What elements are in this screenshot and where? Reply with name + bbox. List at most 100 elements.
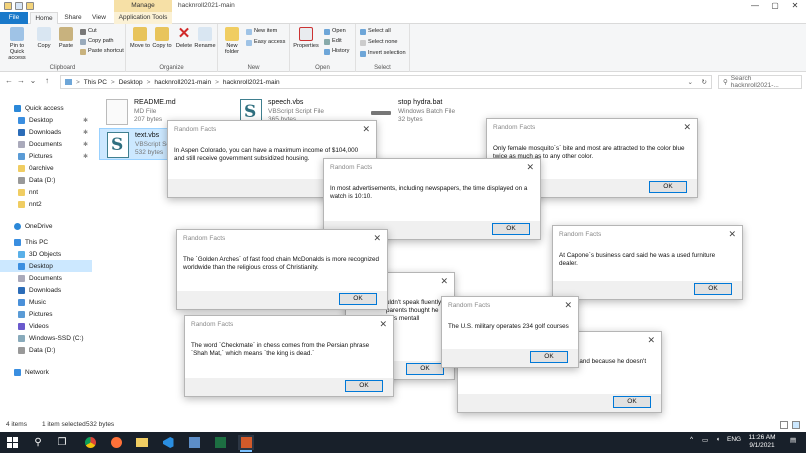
dialog-close-button[interactable]: ✕ [379,319,387,330]
minimize-button[interactable]: — [744,0,766,12]
nav-nnt[interactable]: nnt [0,186,92,198]
paste-button[interactable]: Paste [56,27,76,49]
paste-shortcut-button[interactable]: Paste shortcut [80,48,124,55]
nav-documents-pc[interactable]: Documents [0,272,92,284]
ok-button[interactable]: OK [694,283,732,295]
nav-pictures[interactable]: Pictures ✱ [0,150,92,162]
tab-home[interactable]: Home [30,12,58,24]
tiles-view-icon[interactable] [792,421,800,429]
address-dropdown-icon[interactable]: ⌄ [688,78,693,86]
forward-button[interactable]: → [16,76,26,85]
chrome-icon[interactable] [82,435,98,450]
nav-data-d[interactable]: Data (D:) [0,174,92,186]
delete-button[interactable]: ✕ Delete [174,26,194,49]
nav-quick-access[interactable]: Quick access [0,102,92,114]
up-button[interactable]: ↑ [42,76,52,85]
ok-button[interactable]: OK [406,363,444,375]
ok-button[interactable]: OK [649,181,687,193]
dialog-close-button[interactable]: ✕ [373,233,381,244]
back-button[interactable]: ← [4,76,14,85]
clock[interactable]: 11:26 AM 9/1/2021 [742,434,782,450]
ok-button[interactable]: OK [613,396,651,408]
nav-windows-ssd[interactable]: Windows-SSD (C:) [0,332,92,344]
excel-icon[interactable] [212,435,228,450]
breadcrumb-desktop[interactable]: Desktop [119,79,143,86]
tray-overflow-icon[interactable]: ^ [690,436,693,443]
properties-button[interactable]: Properties [292,27,320,49]
recent-locations-button[interactable]: ⌄ [28,76,38,85]
close-button[interactable]: ✕ [784,0,806,12]
breadcrumb-this-pc[interactable]: This PC [84,79,107,86]
dialog-close-button[interactable]: ✕ [564,300,572,311]
network-icon[interactable]: ▭ [702,436,708,444]
tab-view[interactable]: View [88,12,110,24]
manage-tab-header[interactable]: Manage [114,0,172,12]
language-indicator[interactable]: ENG [727,436,741,443]
vscode-icon[interactable] [160,435,176,450]
start-button[interactable] [4,435,20,450]
copy-to-button[interactable]: Copy to [152,27,172,49]
open-button[interactable]: Open [324,28,346,35]
dialog-close-button[interactable]: ✕ [362,124,370,135]
tab-application-tools[interactable]: Application Tools [114,12,172,24]
volume-icon[interactable]: ◖ [716,436,720,443]
nav-3d-objects[interactable]: 3D Objects [0,248,92,260]
history-button[interactable]: History [324,48,349,55]
ok-button[interactable]: OK [530,351,568,363]
breadcrumb-subfolder[interactable]: hacknroll2021-main [223,79,280,86]
edit-button[interactable]: Edit [324,38,342,45]
nav-nnt2[interactable]: nnt2 [0,198,92,210]
maximize-button[interactable]: ▢ [764,0,786,12]
tab-share[interactable]: Share [60,12,86,24]
ok-button[interactable]: OK [339,293,377,305]
rename-button[interactable]: Rename [194,27,216,49]
dialog-close-button[interactable]: ✕ [683,122,691,133]
search-input[interactable]: ⚲ Search hacknroll2021-... [718,75,802,89]
new-item-button[interactable]: New item [246,28,277,35]
dialog-close-button[interactable]: ✕ [647,335,655,346]
nav-pictures-pc[interactable]: Pictures [0,308,92,320]
copy-button[interactable]: Copy [34,27,54,49]
file-explorer-icon[interactable] [134,435,150,450]
notification-icon[interactable]: ▤ [790,436,796,444]
nav-downloads[interactable]: Downloads ✱ [0,126,92,138]
select-all-button[interactable]: Select all [360,28,391,35]
nav-0archive[interactable]: 0archive [0,162,92,174]
nav-music[interactable]: Music [0,296,92,308]
dialog-close-button[interactable]: ✕ [728,229,736,240]
invert-selection-button[interactable]: Invert selection [360,50,406,57]
nav-desktop[interactable]: Desktop ✱ [0,114,92,126]
firefox-icon[interactable] [108,435,124,450]
cut-button[interactable]: Cut [80,28,97,35]
task-view-icon[interactable]: ❐ [54,435,70,450]
move-to-button[interactable]: Move to [130,27,150,49]
nav-downloads-pc[interactable]: Downloads [0,284,92,296]
new-folder-button[interactable]: New folder [222,27,242,55]
nav-documents[interactable]: Documents ✱ [0,138,92,150]
address-field[interactable]: > This PC > Desktop > hacknroll2021-main… [60,75,712,89]
ok-button[interactable]: OK [492,223,530,235]
details-view-icon[interactable] [780,421,788,429]
select-none-button[interactable]: Select none [360,39,398,46]
nav-data-d-pc[interactable]: Data (D:) [0,344,92,356]
new-folder-icon[interactable] [26,2,34,10]
nav-onedrive[interactable]: OneDrive [0,220,92,232]
tab-file[interactable]: File [0,12,28,24]
file-item-stop-hydra-bat[interactable]: stop hydra.bat Windows Batch File 32 byt… [363,96,493,128]
dialog-close-button[interactable]: ✕ [440,276,448,287]
virtualbox-icon[interactable] [186,435,202,450]
dialog-close-button[interactable]: ✕ [526,162,534,173]
nav-desktop-pc[interactable]: Desktop [0,260,92,272]
ok-button[interactable]: OK [345,380,383,392]
easy-access-button[interactable]: Easy access [246,39,285,46]
script-host-icon[interactable] [238,435,254,452]
refresh-icon[interactable]: ↻ [702,78,707,86]
copy-path-button[interactable]: Copy path [80,38,114,45]
breadcrumb-folder[interactable]: hacknroll2021-main [154,79,211,86]
folder-icon[interactable] [4,2,12,10]
search-icon[interactable]: ⚲ [30,435,46,450]
nav-this-pc[interactable]: This PC [0,236,92,248]
pin-quick-access-button[interactable]: Pin to Quick access [2,27,32,61]
nav-network[interactable]: Network [0,366,92,378]
nav-videos[interactable]: Videos [0,320,92,332]
